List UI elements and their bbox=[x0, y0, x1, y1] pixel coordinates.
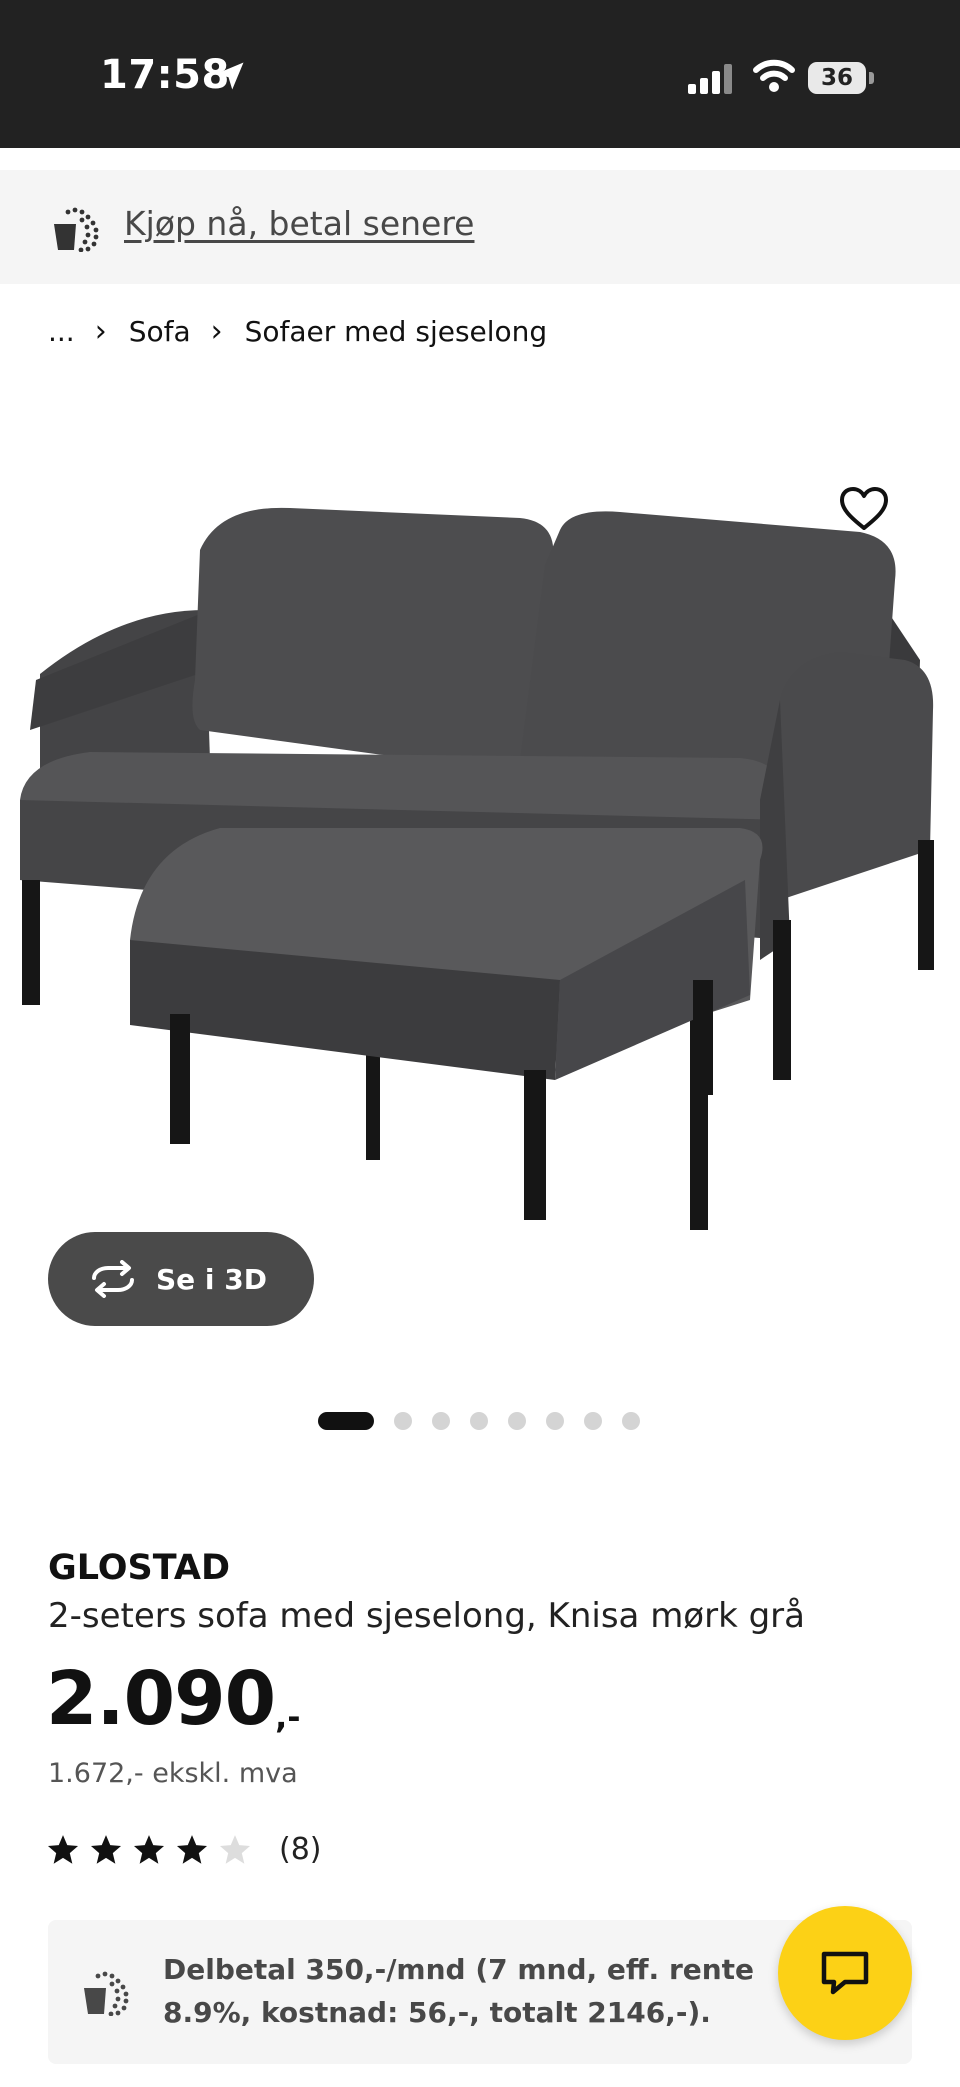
wallet-payment-icon bbox=[54, 207, 99, 252]
status-bar: 17:58 36 bbox=[0, 0, 960, 148]
carousel-dot[interactable] bbox=[622, 1412, 640, 1430]
chat-button[interactable] bbox=[778, 1906, 912, 2040]
product-name: GLOSTAD bbox=[48, 1548, 231, 1588]
chevron-right-icon: › bbox=[94, 314, 107, 349]
battery-indicator: 36 bbox=[808, 62, 866, 94]
price-integer: 2.090 bbox=[46, 1656, 276, 1742]
installment-text: Delbetal 350,-/mnd (7 mnd, eff. rente 8.… bbox=[163, 1953, 755, 2029]
wifi-icon bbox=[753, 59, 795, 92]
view-3d-button[interactable]: Se i 3D bbox=[48, 1232, 314, 1326]
carousel-dot[interactable] bbox=[470, 1412, 488, 1430]
view-3d-label: Se i 3D bbox=[156, 1262, 267, 1296]
wallet-payment-icon bbox=[84, 1971, 129, 2016]
carousel-dot[interactable] bbox=[508, 1412, 526, 1430]
star-empty-icon bbox=[219, 1834, 251, 1864]
carousel-dots bbox=[318, 1412, 660, 1430]
breadcrumb-item-sofaer-med-sjeselong[interactable]: Sofaer med sjeselong bbox=[245, 315, 548, 348]
status-time: 17:58 bbox=[100, 52, 230, 98]
product-image[interactable] bbox=[0, 380, 960, 1380]
rating-count: (8) bbox=[279, 1832, 322, 1867]
star-filled-icon bbox=[133, 1834, 165, 1864]
battery-tip bbox=[869, 72, 874, 84]
carousel-dot[interactable] bbox=[546, 1412, 564, 1430]
rotate-3d-icon bbox=[92, 1260, 134, 1298]
carousel-dot[interactable] bbox=[584, 1412, 602, 1430]
price-excl-vat: 1.672,- ekskl. mva bbox=[48, 1758, 298, 1789]
star-filled-icon bbox=[47, 1834, 79, 1864]
product-description: 2-seters sofa med sjeselong, Knisa mørk … bbox=[48, 1596, 805, 1636]
chevron-right-icon: › bbox=[210, 314, 223, 349]
location-arrow-icon bbox=[216, 62, 244, 90]
star-filled-icon bbox=[176, 1834, 208, 1864]
star-filled-icon bbox=[90, 1834, 122, 1864]
breadcrumb-item-ellipsis[interactable]: ... bbox=[48, 315, 75, 348]
buy-now-pay-later-banner[interactable]: Kjøp nå, betal senere bbox=[0, 170, 960, 284]
carousel-dot[interactable] bbox=[432, 1412, 450, 1430]
rating[interactable]: (8) bbox=[46, 1832, 322, 1867]
breadcrumb-item-sofa[interactable]: Sofa bbox=[129, 315, 191, 348]
product-price: 2.090 ,- bbox=[46, 1656, 301, 1742]
breadcrumb: ... › Sofa › Sofaer med sjeselong bbox=[48, 314, 547, 349]
carousel-dot[interactable] bbox=[394, 1412, 412, 1430]
cellular-signal-icon bbox=[688, 64, 732, 94]
heart-icon[interactable] bbox=[836, 482, 892, 538]
carousel-dot-active[interactable] bbox=[318, 1412, 374, 1430]
promo-link[interactable]: Kjøp nå, betal senere bbox=[124, 204, 474, 243]
chat-bubble-icon bbox=[821, 1951, 869, 1995]
price-suffix: ,- bbox=[275, 1698, 301, 1736]
